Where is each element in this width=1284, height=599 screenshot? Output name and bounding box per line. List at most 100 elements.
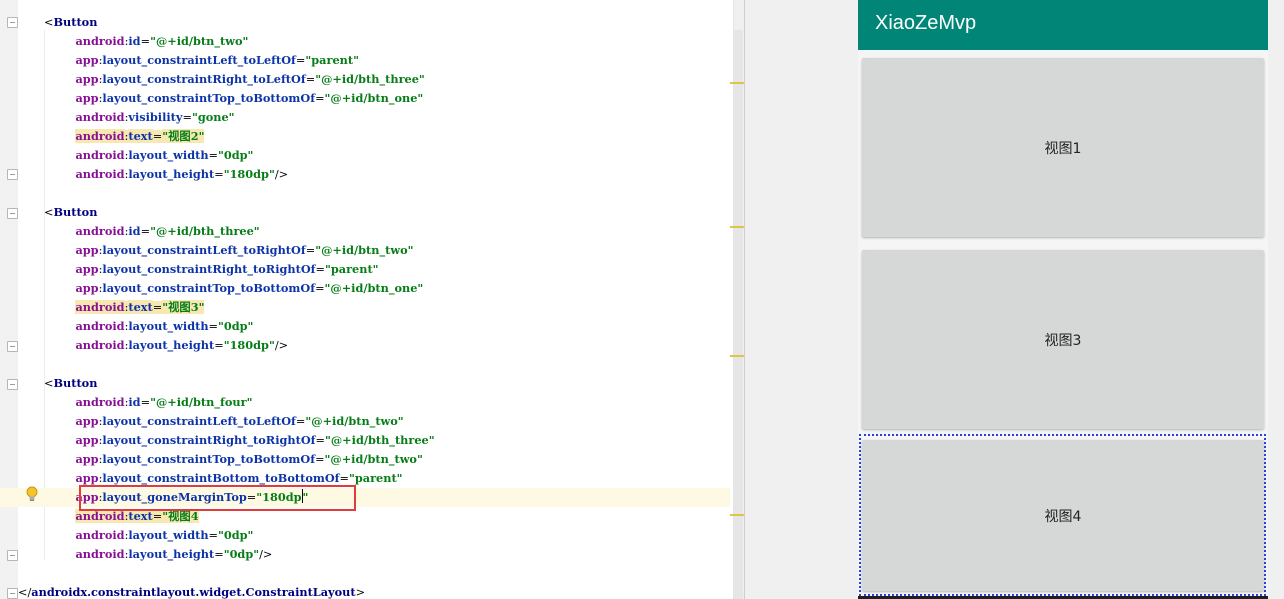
preview-button-view3[interactable]: 视图3 [862, 250, 1264, 429]
code-token: > [355, 586, 366, 599]
code-line[interactable]: android:id="@+id/btn_four" [0, 393, 730, 412]
code-token: layout_constraintTop_toBottomOf [102, 91, 316, 105]
warning-stripe[interactable] [730, 226, 744, 228]
code-line[interactable]: android:visibility="gone" [0, 108, 730, 127]
code-token: text [128, 300, 153, 314]
code-token: </ [18, 586, 32, 599]
code-token: = [152, 130, 163, 143]
code-line[interactable]: app:layout_constraintTop_toBottomOf="@+i… [0, 279, 730, 298]
code-line[interactable]: android:layout_width="0dp" [0, 317, 730, 336]
code-token: "@+id/btn_two" [315, 243, 414, 257]
preview-button-view1[interactable]: 视图1 [862, 58, 1264, 237]
code-token: Button [53, 205, 98, 219]
fold-marker[interactable] [7, 379, 18, 390]
code-token: android [44, 148, 125, 162]
code-token: android [44, 547, 125, 561]
app-bar: XiaoZeMvp [858, 0, 1268, 50]
fold-marker[interactable] [7, 169, 18, 180]
code-token: layout_height [128, 167, 215, 181]
code-token: "@+id/bth_three" [150, 224, 260, 238]
code-token: app [44, 91, 99, 105]
code-token: = [339, 472, 349, 485]
code-token: layout_constraintTop_toBottomOf [102, 281, 316, 295]
code-token: app [44, 281, 99, 295]
code-token: app [44, 433, 99, 447]
app-title: XiaoZeMvp [875, 12, 977, 34]
code-token: "180dp" [223, 338, 275, 352]
code-token: app [44, 72, 99, 86]
code-token: "@+id/btn_one" [324, 91, 424, 105]
code-token: android [44, 395, 125, 409]
code-token: "0dp" [218, 319, 254, 333]
code-token: android [75, 509, 125, 523]
warning-stripe[interactable] [730, 82, 744, 84]
code-token: = [315, 434, 325, 447]
code-token: layout_height [128, 547, 215, 561]
code-token: "gone" [191, 110, 235, 124]
fold-marker[interactable] [7, 550, 18, 561]
code-token: layout_constraintLeft_toRightOf [102, 243, 306, 257]
fold-marker[interactable] [7, 17, 18, 28]
code-line[interactable]: app:layout_constraintRight_toLeftOf="@+i… [0, 70, 730, 89]
code-line[interactable]: android:layout_width="0dp" [0, 526, 730, 545]
code-line[interactable]: android:id="@+id/bth_three" [0, 222, 730, 241]
code-line[interactable]: android:text="视图3" [0, 298, 730, 317]
code-line[interactable]: android:layout_height="180dp"/> [0, 165, 730, 184]
code-line[interactable]: app:layout_constraintLeft_toLeftOf="@+id… [0, 412, 730, 431]
code-token: app [44, 262, 99, 276]
code-line[interactable]: android:layout_height="0dp"/> [0, 545, 730, 564]
code-token: "@+id/bth_three" [315, 72, 425, 86]
code-token: /> [274, 339, 289, 352]
lightbulb-icon[interactable] [26, 486, 38, 502]
code-token: "@+id/btn_one" [324, 281, 424, 295]
code-line[interactable] [0, 564, 730, 583]
code-line[interactable]: app:layout_constraintLeft_toLeftOf="pare… [0, 51, 730, 70]
code-line[interactable] [0, 184, 730, 203]
code-line[interactable]: app:layout_constraintRight_toRightOf="@+… [0, 431, 730, 450]
code-line[interactable]: android:layout_height="180dp"/> [0, 336, 730, 355]
code-token: "@+id/btn_two" [150, 34, 249, 48]
code-token: android [75, 300, 125, 314]
code-token: androidx.constraintlayout.widget.Constra… [31, 585, 356, 599]
code-token: id [128, 224, 141, 238]
code-token: "0dp" [218, 148, 254, 162]
fold-marker[interactable] [7, 341, 18, 352]
code-token: android [44, 338, 125, 352]
warning-stripe[interactable] [730, 514, 744, 516]
code-token: layout_constraintRight_toRightOf [102, 433, 316, 447]
code-token: app [44, 471, 99, 485]
code-token: = [315, 282, 325, 295]
code-line[interactable]: app:layout_constraintTop_toBottomOf="@+i… [0, 450, 730, 469]
code-token: = [140, 225, 151, 238]
code-token: layout_width [128, 148, 209, 162]
fold-marker[interactable] [7, 208, 18, 219]
code-token: layout_width [128, 528, 209, 542]
code-token: layout_constraintLeft_toLeftOf [102, 414, 296, 428]
code-token: visibility [128, 110, 183, 124]
code-line[interactable]: android:layout_width="0dp" [0, 146, 730, 165]
code-line[interactable]: <Button [0, 374, 730, 393]
code-token: Button [53, 376, 98, 390]
code-editor[interactable]: <Button android:id="@+id/btn_two" app:la… [0, 0, 744, 599]
code-token: text [128, 129, 153, 143]
code-line[interactable]: </androidx.constraintlayout.widget.Const… [0, 583, 730, 599]
code-line[interactable]: android:id="@+id/btn_two" [0, 32, 730, 51]
code-token: = [305, 73, 316, 86]
code-token: = [295, 54, 306, 67]
code-token: = [305, 244, 316, 257]
code-token: layout_constraintTop_toBottomOf [102, 452, 316, 466]
code-line[interactable]: app:layout_constraintLeft_toRightOf="@+i… [0, 241, 730, 260]
code-line[interactable]: app:layout_constraintTop_toBottomOf="@+i… [0, 89, 730, 108]
code-line[interactable]: app:layout_constraintRight_toRightOf="pa… [0, 260, 730, 279]
fold-marker[interactable] [7, 588, 18, 599]
code-token: = [208, 320, 218, 333]
code-token: android [75, 129, 125, 143]
code-token: app [44, 243, 99, 257]
code-line[interactable]: android:text="视图2" [0, 127, 730, 146]
code-token: text [128, 509, 153, 523]
warning-stripe[interactable] [730, 355, 744, 357]
code-line[interactable]: <Button [0, 203, 730, 222]
code-token: /> [274, 168, 289, 181]
code-line[interactable]: <Button [0, 13, 730, 32]
code-line[interactable] [0, 355, 730, 374]
